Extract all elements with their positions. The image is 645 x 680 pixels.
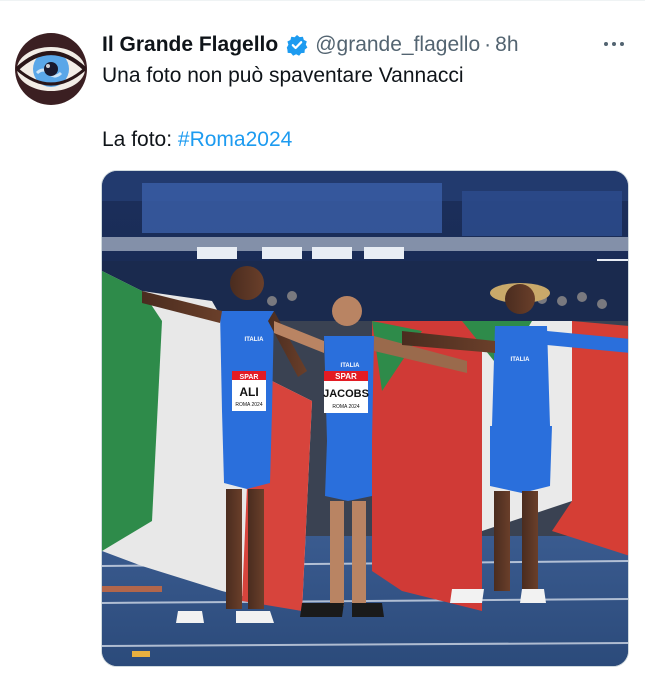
tweet-text-line-1: Una foto non può spaventare Vannacci [102,64,464,87]
eye-avatar-icon [15,33,87,105]
athletes-photo: SPAR ALI ROMA 2024 ITALIA SPAR JACOBS RO… [102,171,628,666]
bib-center-event: ROMA 2024 [332,404,359,410]
bib-left-sponsor: SPAR [240,374,259,381]
hashtag-link[interactable]: #Roma2024 [178,128,292,151]
bib-center-sponsor: SPAR [335,372,357,381]
more-options-icon[interactable] [600,34,628,54]
bib-left-event: ROMA 2024 [235,402,262,408]
tweet-text-prefix: La foto: [102,128,178,151]
jersey-center-text: ITALIA [341,363,361,369]
tweet-photo[interactable]: SPAR ALI ROMA 2024 ITALIA SPAR JACOBS RO… [101,170,629,667]
separator-dot: · [484,33,492,56]
jersey-left-text: ITALIA [245,337,265,343]
author-name[interactable]: Il Grande Flagello [102,33,278,57]
jersey-right-text: ITALIA [511,357,531,363]
top-divider [0,0,645,1]
tweet-header: Il Grande Flagello @grande_flagello · 8h [102,30,519,60]
tweet-timestamp[interactable]: 8h [495,33,518,57]
bib-center-name: JACOBS [323,388,369,400]
bib-left-name: ALI [239,385,258,399]
tweet-text-line-2: La foto: #Roma2024 [102,128,292,152]
author-avatar[interactable] [15,33,87,105]
verified-badge-icon[interactable] [286,34,308,56]
author-handle[interactable]: @grande_flagello [315,33,480,57]
